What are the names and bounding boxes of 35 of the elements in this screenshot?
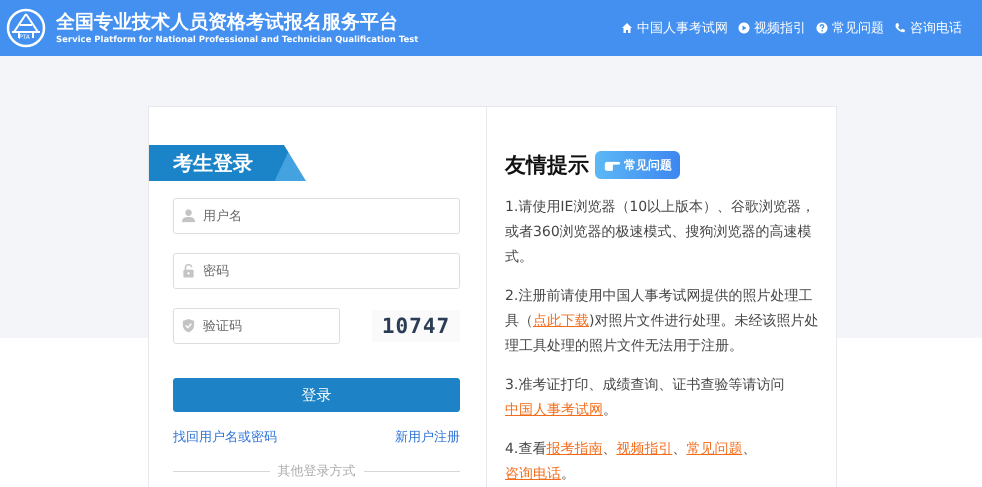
nav-link[interactable]: 视频指引: [754, 19, 806, 37]
tip-paragraph: 3.准考证打印、成绩查询、证书查验等请访问 中国人事考试网。: [505, 376, 786, 420]
tip-link[interactable]: 视频指引: [616, 441, 672, 457]
tip-paragraph: 2.注册前请使用中国人事考试网提供的照片处理工具（点此下载)对照片文件进行处理。未经该照片处理工具处理的照片文件无法用于注册。: [505, 287, 820, 356]
nav-link[interactable]: 咨询电话: [910, 19, 962, 37]
login-title: 考生登录: [173, 150, 253, 176]
input-field[interactable]: 验证码: [173, 308, 340, 344]
lock-icon: [181, 263, 196, 278]
captcha-image[interactable]: 10747: [372, 310, 460, 342]
logo-icon: [6, 8, 46, 48]
tip-link[interactable]: 中国人事考试网: [505, 402, 603, 418]
input-field[interactable]: 用户名: [173, 198, 460, 234]
tip-paragraph: 4.查看报考指南、视频指引、常见问题、 咨询电话。: [505, 440, 758, 484]
tip-link[interactable]: 咨询电话: [505, 466, 561, 482]
login-button[interactable]: 登录: [173, 378, 460, 412]
nav-link[interactable]: 常见问题: [832, 19, 884, 37]
site-subtitle: Service Platform for National Professional and Technician Qualification Test: [56, 34, 418, 46]
user-icon: [181, 208, 196, 223]
site-title: 全国专业技术人员资格考试报名服务平台: [56, 10, 399, 34]
nav-link[interactable]: 中国人事考试网: [637, 19, 728, 37]
play-icon: [738, 22, 750, 34]
input-field[interactable]: 密码: [173, 253, 460, 289]
forgot-link[interactable]: 找回用户名或密码: [173, 428, 277, 446]
shield-check-icon: [181, 318, 196, 333]
tips-title: 友情提示: [505, 152, 589, 179]
other-login-label: 其他登录方式: [278, 463, 356, 480]
tip-link[interactable]: 常见问题: [686, 441, 742, 457]
phone-icon: [894, 22, 906, 34]
help-icon: [816, 22, 828, 34]
faq-button[interactable]: 常见问题: [595, 151, 680, 179]
register-link[interactable]: 新用户注册: [395, 428, 460, 446]
tip-link[interactable]: 点此下载: [533, 313, 589, 329]
home-icon: [621, 22, 633, 34]
tip-link[interactable]: 报考指南: [546, 441, 602, 457]
tip-paragraph: 1.请使用IE浏览器（10以上版本）、谷歌浏览器，或者360浏览器的极速模式、搜狗浏览器的高速模式。: [505, 198, 816, 267]
